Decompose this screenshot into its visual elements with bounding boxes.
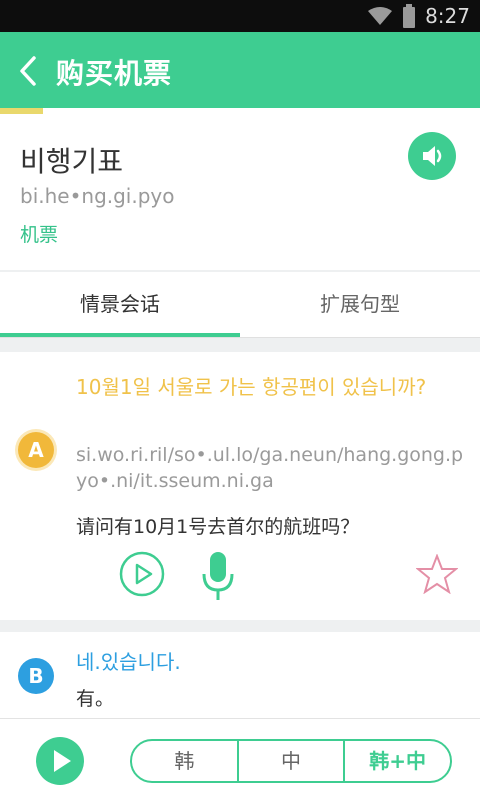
battery-icon [403,4,416,28]
play-circle-icon[interactable] [118,550,166,598]
dialog-item-b: B 네.있습니다. 有。 [0,632,480,718]
mode-korean-button[interactable]: 韩 [132,741,237,781]
play-all-button[interactable] [36,737,84,785]
tab-scenario-dialog[interactable]: 情景会话 [0,272,240,338]
dialog-a-chinese: 请问有10月1号去首尔的航班吗？ [76,516,360,538]
tab-indicator [0,333,240,337]
wifi-icon [368,7,393,25]
dialog-a-romanization: si.wo.ri.ril/so•.ul.lo/ga.neun/hang.gong… [76,444,464,492]
page-title: 购买机票 [56,57,173,90]
status-icons: 8:27 [367,3,470,29]
mode-korean-chinese-button[interactable]: 韩+中 [343,741,450,781]
play-icon [54,750,71,772]
status-bar: 8:27 [0,0,480,32]
speaker-icon [423,146,442,166]
microphone-icon[interactable] [200,550,236,602]
chevron-left-icon[interactable] [14,54,44,88]
tab-extended-sentences[interactable]: 扩展句型 [240,272,480,338]
status-time: 8:27 [425,4,470,28]
mode-chinese-button[interactable]: 中 [236,741,344,781]
speaker-a-avatar: A [18,432,54,468]
tab-bar: 情景会话 扩展句型 [0,272,480,338]
dialog-a-korean: 10월1일 서울로 가는 항공편이 있습니까? [76,375,427,399]
word-chinese: 机票 [20,224,59,246]
dialog-b-korean: 네.있습니다. [76,650,181,674]
app-bar: 购买机票 [0,32,480,108]
dialog-item-a: A 10월1일 서울로 가는 항공편이 있습니까? si.wo.ri.ril/s… [0,352,480,620]
speaker-button[interactable] [408,132,456,180]
bottom-toolbar: 韩 中 韩+中 [0,718,480,800]
word-korean: 비행기표 [20,145,124,178]
word-card: 비행기표 bi.he•ng.gi.pyo 机票 [0,114,480,270]
star-outline-icon[interactable] [416,554,458,594]
word-romanization: bi.he•ng.gi.pyo [20,184,175,208]
speaker-b-avatar: B [18,658,54,694]
dialog-b-chinese: 有。 [76,688,115,710]
language-mode-selector: 韩 中 韩+中 [130,739,452,783]
